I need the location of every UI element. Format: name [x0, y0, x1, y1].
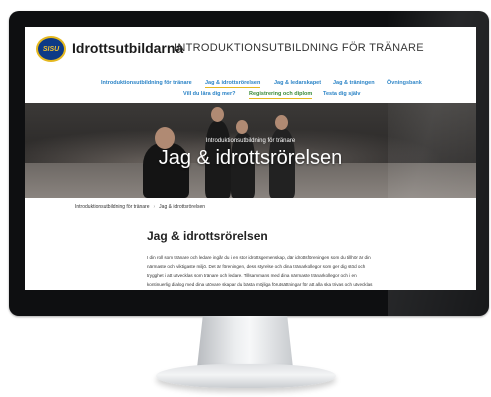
logo-text: SISU — [42, 45, 60, 53]
body-line: I din roll som tränare och ledare ingår … — [147, 255, 371, 260]
site-header: SISU Idrottsutbildarna INTRODUKTIONSUTBI… — [25, 27, 476, 71]
nav-item-testa[interactable]: Testa dig själv — [323, 91, 361, 97]
hero-kicker: Introduktionsutbildning för tränare — [205, 138, 296, 144]
hero-person-head — [275, 115, 288, 130]
hero-title: Jag & idrottsrörelsen — [158, 147, 343, 169]
body-line: närmaste och viktigaste miljö. Det är fö… — [147, 264, 366, 269]
body-line: trygghet i att utvecklas som tränare och… — [147, 273, 357, 278]
monitor-stand-base — [156, 364, 336, 388]
nav-item-ovningsbank[interactable]: Övningsbank — [387, 80, 422, 86]
hero-person-head — [211, 107, 224, 122]
sisu-logo-icon[interactable]: SISU — [36, 36, 66, 62]
section-title: INTRODUKTIONSUTBILDNING FÖR TRÄNARE — [174, 42, 424, 54]
nav-item-ledarskapet[interactable]: Jag & ledarskapet — [274, 80, 321, 86]
body-line: kontinuerlig dialog med dina utövare ska… — [147, 282, 373, 287]
breadcrumb-item-current: Jag & idrottsrörelsen — [159, 204, 206, 210]
nav-item-intro[interactable]: Introduktionsutbildning för tränare — [101, 80, 192, 86]
hero-person-head — [236, 120, 248, 134]
nav-item-idrottsrorelsen[interactable]: Jag & idrottsrörelsen — [205, 80, 261, 88]
brand-name[interactable]: Idrottsutbildarna — [72, 40, 183, 56]
nav-item-lara-mer[interactable]: Vill du lära dig mer? — [183, 91, 235, 97]
monitor-stand-neck — [197, 316, 293, 368]
screen: SISU Idrottsutbildarna INTRODUKTIONSUTBI… — [25, 27, 476, 290]
breadcrumb: Introduktionsutbildning för tränare › Jag … — [75, 204, 205, 210]
breadcrumb-item-home[interactable]: Introduktionsutbildning för tränare — [75, 204, 150, 210]
body-text: I din roll som tränare och ledare ingår … — [147, 253, 403, 289]
nav-item-registrering[interactable]: Registrering och diplom — [249, 91, 313, 99]
nav-item-traningen[interactable]: Jag & träningen — [333, 80, 375, 86]
hero-banner: Introduktionsutbildning för tränare Jag … — [25, 103, 476, 198]
page-title: Jag & idrottsrörelsen — [147, 229, 268, 244]
breadcrumb-separator: › — [153, 204, 156, 210]
